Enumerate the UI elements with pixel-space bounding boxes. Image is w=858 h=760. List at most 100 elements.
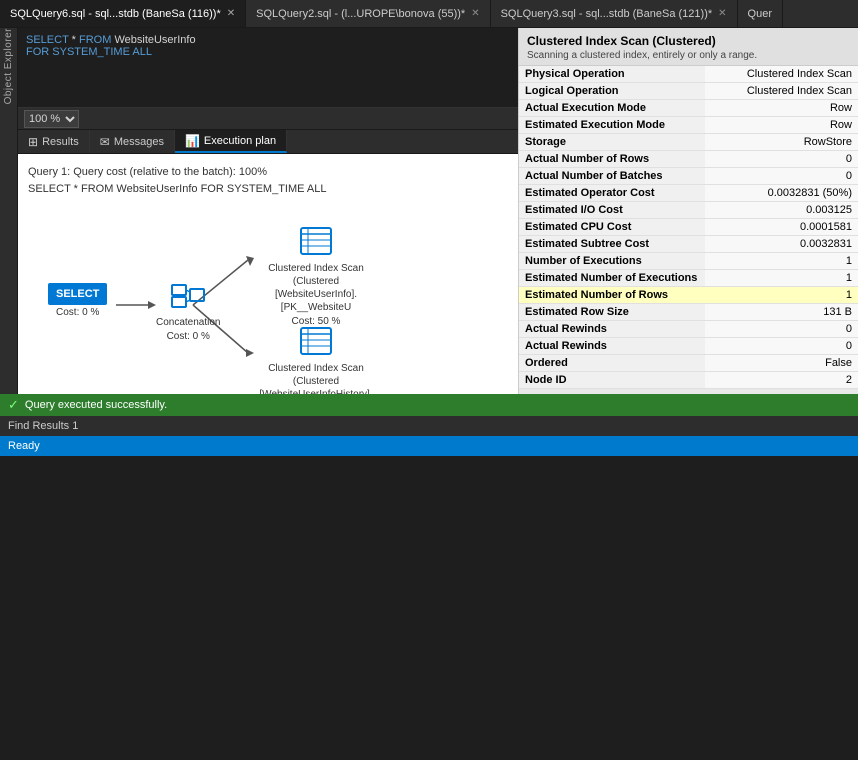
table-row: OrderedFalse [519, 355, 858, 372]
table-row: Estimated Number of Rows1 [519, 287, 858, 304]
tab-sqlquery6[interactable]: SQLQuery6.sql - sql...stdb (BaneSa (116)… [0, 0, 246, 27]
prop-value: 0 [705, 321, 858, 338]
zoom-select[interactable]: 100 % 75 % 50 % 125 % 150 % [24, 110, 79, 128]
table-row: Actual Number of Batches0 [519, 168, 858, 185]
success-text: Query executed successfully. [25, 399, 167, 411]
prop-label: Actual Number of Batches [519, 168, 705, 185]
prop-value: Row [705, 100, 858, 117]
prop-value: Clustered Index Scan [705, 66, 858, 83]
prop-value: 2 [705, 372, 858, 389]
concat-cost: Cost: 0 % [167, 331, 210, 342]
table-row: Estimated Row Size131 B [519, 304, 858, 321]
scan1-label: Clustered Index Scan (Clustered[WebsiteU… [256, 262, 376, 314]
sidebar-label: Object Explorer [3, 28, 14, 112]
prop-label: Estimated Operator Cost [519, 185, 705, 202]
sql-line2: FOR SYSTEM_TIME ALL [26, 46, 510, 58]
table-row: Node ID2 [519, 372, 858, 389]
tab-results[interactable]: ⊞ Results [18, 130, 90, 153]
table-row: Physical OperationClustered Index Scan [519, 66, 858, 83]
prop-value: 0 [705, 168, 858, 185]
prop-label: Estimated Subtree Cost [519, 236, 705, 253]
messages-icon: ✉ [100, 135, 110, 149]
table-row: Estimated Operator Cost0.0032831 (50%) [519, 185, 858, 202]
prop-label: Node ID [519, 372, 705, 389]
center-panel: SELECT * FROM WebsiteUserInfo FOR SYSTEM… [18, 28, 518, 394]
ready-text: Ready [8, 440, 40, 452]
concat-icon [170, 277, 206, 316]
tab-sqlquery3[interactable]: SQLQuery3.sql - sql...stdb (BaneSa (121)… [491, 0, 738, 27]
tab-execution-plan[interactable]: 📊 Execution plan [175, 130, 287, 153]
status-area: ✓ Query executed successfully. Find Resu… [0, 394, 858, 760]
table-row: Estimated Subtree Cost0.0032831 [519, 236, 858, 253]
plan-diagram: SELECT Cost: 0 % [28, 205, 518, 394]
concat-node[interactable]: Concatenation Cost: 0 % [156, 277, 221, 342]
prop-value: 0.0001581 [705, 219, 858, 236]
prop-value: 0 [705, 151, 858, 168]
table-row: Estimated Number of Executions1 [519, 270, 858, 287]
prop-value: 1 [705, 287, 858, 304]
scan2-label: Clustered Index Scan (Clustered[WebsiteU… [256, 362, 376, 394]
scan2-node[interactable]: Clustered Index Scan (Clustered[WebsiteU… [256, 323, 376, 394]
scan1-icon [298, 223, 334, 262]
prop-label: Estimated Number of Rows [519, 287, 705, 304]
prop-label: Ordered [519, 355, 705, 372]
concat-label: Concatenation [156, 316, 221, 329]
sql-table: WebsiteUserInfo [114, 34, 195, 46]
object-explorer-sidebar: Object Explorer [0, 28, 18, 394]
table-row: Logical OperationClustered Index Scan [519, 83, 858, 100]
prop-label: Estimated Row Size [519, 304, 705, 321]
tab-execution-plan-label: Execution plan [204, 135, 276, 147]
sql-line1: SELECT * FROM WebsiteUserInfo [26, 34, 510, 46]
find-results-text: Find Results 1 [8, 420, 78, 432]
execution-plan-area[interactable]: Query 1: Query cost (relative to the bat… [18, 154, 518, 394]
prop-label: Logical Operation [519, 83, 705, 100]
table-row: Actual Number of Rows0 [519, 151, 858, 168]
kw-system-time: SYSTEM_TIME [52, 46, 130, 58]
tab-messages-label: Messages [114, 136, 164, 148]
table-row: StorageRowStore [519, 134, 858, 151]
status-success-bar: ✓ Query executed successfully. [0, 394, 858, 416]
sql-editor[interactable]: SELECT * FROM WebsiteUserInfo FOR SYSTEM… [18, 28, 518, 108]
zoom-bar: 100 % 75 % 50 % 125 % 150 % [18, 108, 518, 130]
tab-quer[interactable]: Quer [738, 0, 783, 27]
plan-content: Query 1: Query cost (relative to the bat… [18, 154, 518, 394]
prop-value: RowStore [705, 134, 858, 151]
tab-sqlquery3-close[interactable]: ✕ [718, 8, 726, 19]
success-icon: ✓ [8, 397, 19, 413]
tab-sqlquery6-close[interactable]: ✕ [227, 8, 235, 19]
tab-quer-label: Quer [748, 8, 772, 20]
prop-value: 0.0032831 [705, 236, 858, 253]
tab-sqlquery6-label: SQLQuery6.sql - sql...stdb (BaneSa (116)… [10, 8, 221, 20]
props-title: Clustered Index Scan (Clustered) [527, 34, 850, 48]
prop-label: Storage [519, 134, 705, 151]
tab-sqlquery3-label: SQLQuery3.sql - sql...stdb (BaneSa (121)… [501, 8, 713, 20]
table-row: Actual Rewinds0 [519, 321, 858, 338]
tab-messages[interactable]: ✉ Messages [90, 130, 175, 153]
prop-label: Estimated Execution Mode [519, 117, 705, 134]
props-table: Physical OperationClustered Index ScanLo… [519, 66, 858, 389]
query-info: Query 1: Query cost (relative to the bat… [28, 164, 508, 197]
prop-value: 0.0032831 (50%) [705, 185, 858, 202]
scan1-node[interactable]: Clustered Index Scan (Clustered[WebsiteU… [256, 223, 376, 327]
table-row: Estimated Execution ModeRow [519, 117, 858, 134]
prop-label: Physical Operation [519, 66, 705, 83]
prop-value: 1 [705, 270, 858, 287]
result-tabs: ⊞ Results ✉ Messages 📊 Execution plan [18, 130, 518, 154]
query-info-line1: Query 1: Query cost (relative to the bat… [28, 164, 508, 181]
tab-sqlquery2[interactable]: SQLQuery2.sql - (l...UROPE\bonova (55))*… [246, 0, 490, 27]
props-scroll[interactable]: Physical OperationClustered Index ScanLo… [519, 66, 858, 394]
prop-value: False [705, 355, 858, 372]
tab-sqlquery2-close[interactable]: ✕ [471, 8, 479, 19]
find-results-bar: Find Results 1 [0, 416, 858, 436]
prop-value: 131 B [705, 304, 858, 321]
select-node-label: SELECT [48, 283, 107, 305]
kw-for: FOR [26, 46, 49, 58]
tabs-bar: SQLQuery6.sql - sql...stdb (BaneSa (116)… [0, 0, 858, 28]
prop-value: 1 [705, 253, 858, 270]
prop-label: Actual Execution Mode [519, 100, 705, 117]
prop-value: Row [705, 117, 858, 134]
prop-value: 0.003125 [705, 202, 858, 219]
props-subtitle: Scanning a clustered index, entirely or … [527, 50, 850, 61]
select-node[interactable]: SELECT Cost: 0 % [48, 283, 107, 318]
table-row: Estimated CPU Cost0.0001581 [519, 219, 858, 236]
